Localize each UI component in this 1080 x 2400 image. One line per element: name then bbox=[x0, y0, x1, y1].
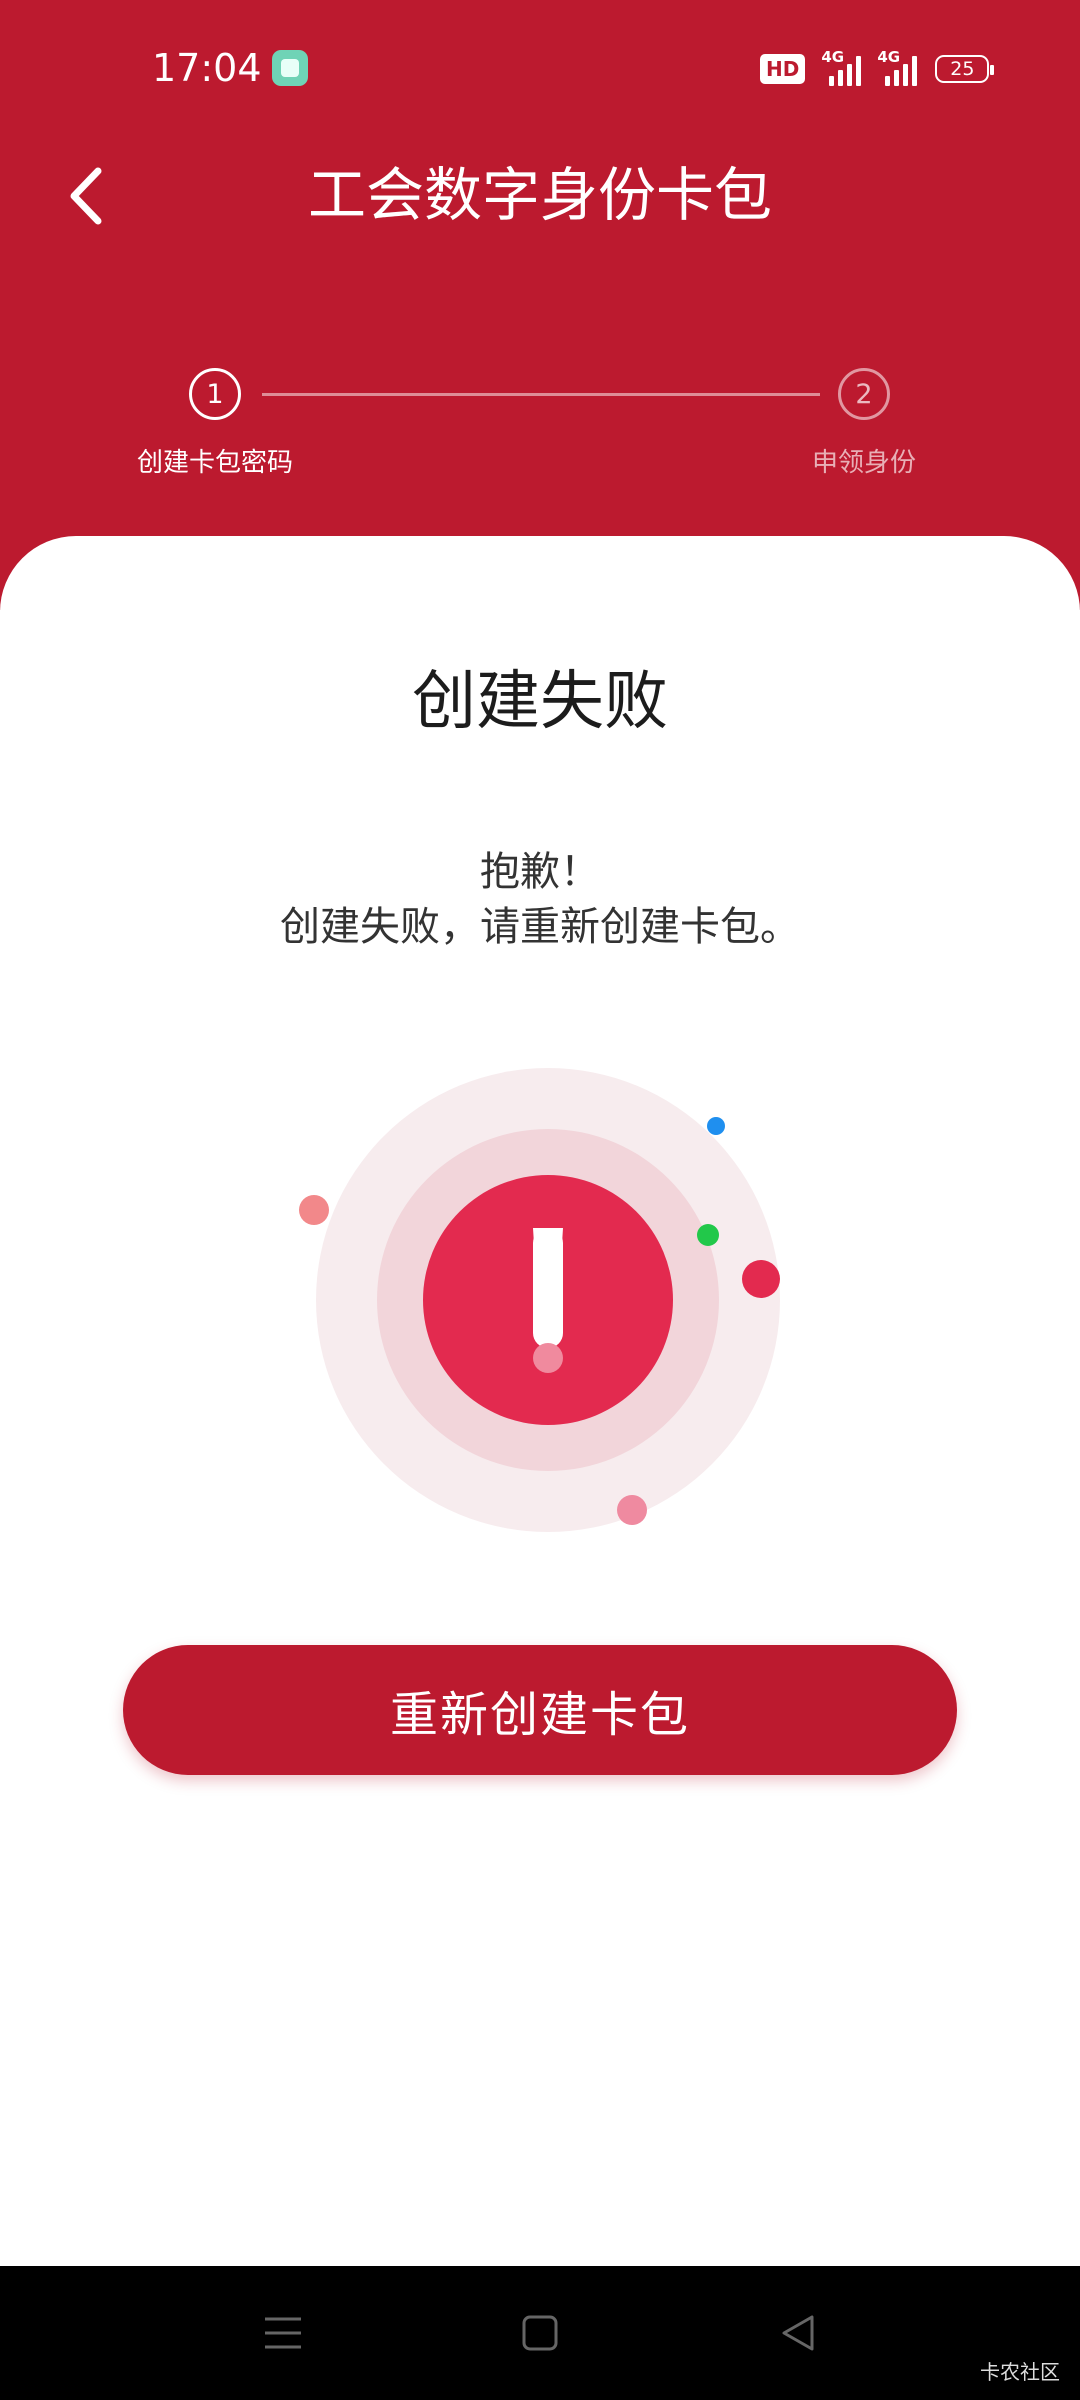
battery-icon: 25 bbox=[935, 55, 995, 83]
home-square-icon bbox=[522, 2315, 558, 2351]
apology-text: 抱歉！ bbox=[480, 849, 600, 895]
step-1-label: 创建卡包密码 bbox=[136, 448, 293, 478]
network-type-label: 4G bbox=[877, 48, 901, 66]
step-2-circle: 2 bbox=[838, 368, 890, 420]
page-title: 工会数字身份卡包 bbox=[307, 161, 772, 229]
step-2-label: 申领身份 bbox=[811, 448, 916, 478]
network-type-label: 4G bbox=[821, 48, 845, 66]
signal-4g-icon-1: 4G bbox=[821, 48, 862, 86]
nav-home-button[interactable] bbox=[505, 2298, 575, 2368]
progress-stepper: 1 2 创建卡包密码 申领身份 bbox=[0, 360, 1080, 490]
back-triangle-icon bbox=[782, 2315, 814, 2351]
system-navigation-bar bbox=[0, 2266, 1080, 2400]
nav-back-button[interactable] bbox=[763, 2298, 833, 2368]
system-icons: HD 4G 4G 25 bbox=[760, 48, 995, 86]
failure-message: 创建失败，请重新创建卡包。 bbox=[280, 904, 800, 950]
error-illustration bbox=[0, 1020, 1080, 1580]
status-bar: 17:04 HD 4G 4G 25 bbox=[0, 0, 1080, 130]
exclamation-alert-icon bbox=[299, 1068, 780, 1532]
result-title: 创建失败 bbox=[412, 665, 668, 739]
menu-icon bbox=[265, 2317, 301, 2349]
app-notification-icon bbox=[272, 50, 308, 86]
nav-menu-button[interactable] bbox=[248, 2298, 318, 2368]
status-time: 17:04 bbox=[152, 46, 262, 90]
watermark-text: 卡农社区 bbox=[980, 2360, 1060, 2384]
signal-4g-icon-2: 4G bbox=[877, 48, 918, 86]
recreate-wallet-button[interactable]: 重新创建卡包 bbox=[123, 1645, 957, 1775]
step-connector-line bbox=[262, 393, 820, 396]
step-1-circle: 1 bbox=[189, 368, 241, 420]
hd-voice-badge: HD bbox=[760, 54, 806, 84]
